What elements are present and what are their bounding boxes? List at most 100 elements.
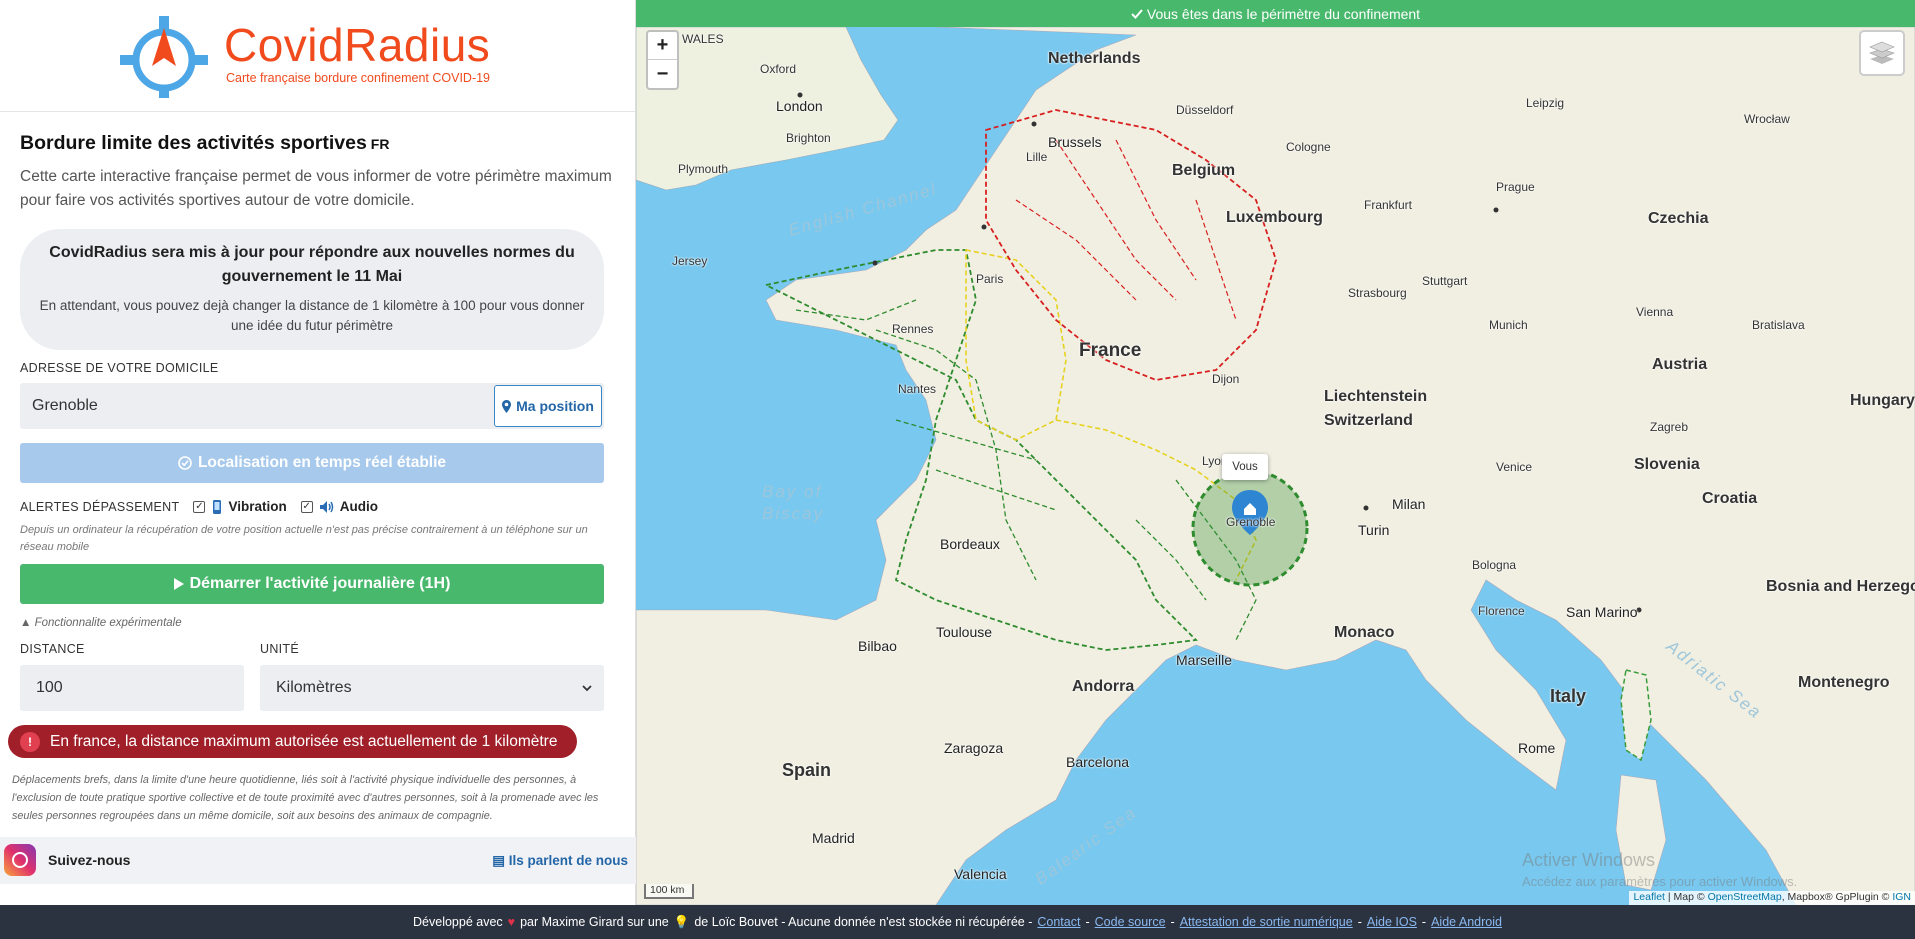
heart-icon: ♥ [507,915,516,929]
zoom-control: + − [646,30,679,90]
map-label-france: France [1079,340,1142,361]
alerts-label: ALERTES DÉPASSEMENT [20,499,180,514]
map-label-london: London [776,98,823,114]
footer-developed: Développé avec [413,915,503,929]
map-label-slovenia: Slovenia [1634,456,1700,473]
leaflet-link[interactable]: Leaflet [1633,891,1665,903]
my-position-label: Ma position [516,398,594,414]
map-label-zaragoza: Zaragoza [944,740,1004,756]
brand-header: CovidRadius Carte française bordure conf… [0,0,635,112]
windows-watermark-text: Accédez aux paramètres pour activer Wind… [1522,874,1798,889]
update-text: En attendant, vous pouvez dejà changer l… [39,298,585,333]
map-marker-icon [502,399,512,413]
document-icon: ▤ [492,853,505,868]
section-description: Cette carte interactive française permet… [20,168,612,209]
map-label-netherlands: Netherlands [1048,50,1141,67]
android-help-link[interactable]: Aide Android [1431,915,1502,929]
audio-checkbox[interactable]: ✓ [300,500,313,513]
play-icon [173,578,184,590]
instagram-icon[interactable] [4,844,36,876]
address-label: ADRESSE DE VOTRE DOMICILE [20,361,219,375]
map-label-toulouse: Toulouse [936,624,993,640]
distance-row: DISTANCE 100 UNITÉ Kilomètres [20,642,615,711]
attestation-link[interactable]: Attestation de sortie numérique [1180,915,1353,929]
speaker-icon [319,500,333,513]
unit-value: Kilomètres [276,679,352,696]
zoom-in-button[interactable]: + [648,32,677,60]
press-link[interactable]: ▤ Ils parlent de nous [492,853,628,869]
map-label-bay-of-biscay-2: Biscay [762,504,825,523]
follow-label: Suivez-nous [48,852,131,868]
ios-help-link[interactable]: Aide IOS [1367,915,1417,929]
vibration-checkbox[interactable]: ✓ [193,500,206,513]
section-title-text: Bordure limite des activités sportives [20,132,367,154]
map-label-bay-of-biscay-1: Bay of [762,482,823,501]
map-label-bilbao: Bilbao [858,638,897,654]
map-label-lille: Lille [1026,150,1048,164]
map-label-venice: Venice [1496,460,1533,474]
map-label-san-marino: San Marino [1566,604,1638,620]
distance-input[interactable]: 100 [20,665,244,711]
map-attribution: Leaflet | Map © OpenStreetMap, Mapbox® G… [1629,891,1915,905]
map-label-valencia: Valencia [954,866,1007,882]
realtime-location-label: Localisation en temps réel établie [197,454,447,471]
map-label-marseille: Marseille [1176,652,1233,668]
map-label-leipzig: Leipzig [1526,96,1565,110]
map-label-andorra: Andorra [1072,678,1135,695]
map-label-brighton: Brighton [786,131,831,145]
map-label-bordeaux: Bordeaux [940,536,1000,552]
source-code-link[interactable]: Code source [1095,915,1166,929]
realtime-location-button[interactable]: Localisation en temps réel établie [20,443,604,483]
map-label-stuttgart: Stuttgart [1422,274,1468,288]
my-position-button[interactable]: Ma position [494,385,602,427]
ign-link[interactable]: IGN [1892,891,1911,903]
unit-select[interactable]: Kilomètres [260,665,604,711]
exclamation-icon: ! [20,731,40,752]
alerts-row: ALERTES DÉPASSEMENT ✓ Vibration ✓ Audio [20,499,615,514]
brand-subtitle: Carte française bordure confinement COVI… [226,71,491,85]
map-label-wroclaw: Wrocław [1744,112,1790,126]
layers-icon [1869,41,1895,64]
check-circle-icon [178,456,192,470]
update-notice: CovidRadius sera mis à jour pour répondr… [20,229,604,350]
map-label-prague: Prague [1496,180,1535,194]
map-label-milan: Milan [1392,496,1426,512]
audio-option: Audio [319,499,378,514]
chevron-down-icon [582,684,592,691]
start-activity-button[interactable]: Démarrer l'activité journalière (1H) [20,564,604,604]
map-label-austria: Austria [1652,356,1708,373]
windows-watermark-title: Activer Windows [1522,850,1656,870]
lang-badge: FR [370,136,390,152]
contact-link[interactable]: Contact [1037,915,1080,929]
map-label-spain: Spain [782,760,832,780]
experimental-note: ▲ Fonctionnalite expérimentale [20,617,615,629]
zoom-out-button[interactable]: − [648,60,677,88]
map-label-switzerland: Switzerland [1324,412,1413,429]
you-popup[interactable]: Vous [1222,454,1268,480]
map-label-vienna: Vienna [1636,305,1674,319]
address-input[interactable] [20,383,500,429]
legal-text: Déplacements brefs, dans la limite d'une… [12,774,599,822]
vibration-label: Vibration [228,499,287,514]
map-label-dijon: Dijon [1212,372,1240,386]
map-label-wales: WALES [682,32,724,46]
osm-link[interactable]: OpenStreetMap [1708,891,1782,903]
confinement-status-text: Vous êtes dans le périmètre du confineme… [1146,5,1421,22]
experimental-text: Fonctionnalite expérimentale [34,617,182,629]
follow-bar: Suivez-nous ▤ Ils parlent de nous [0,837,636,884]
layers-button[interactable] [1859,30,1905,76]
map-label-paris: Paris [976,272,1004,286]
attribution-mapbox: , Mapbox® GpPlugin © [1781,891,1890,903]
max-distance-text: En france, la distance maximum autorisée… [50,732,558,750]
map-label-florence: Florence [1478,604,1525,618]
map-view[interactable]: WALES London Oxford Plymouth Brighton Ne… [636,0,1915,905]
map-label-munich: Munich [1489,318,1528,332]
section-title: Bordure limite des activités sportives FR [20,132,615,155]
distance-label: DISTANCE [20,642,85,656]
map-label-rennes: Rennes [892,322,934,336]
map-label-belgium: Belgium [1172,162,1236,179]
map-label-hungary: Hungary [1850,392,1915,409]
warning-icon: ▲ [20,617,32,629]
map-label-montenegro: Montenegro [1798,674,1890,691]
footer: Développé avec ♥ par Maxime Girard sur u… [0,905,1915,939]
